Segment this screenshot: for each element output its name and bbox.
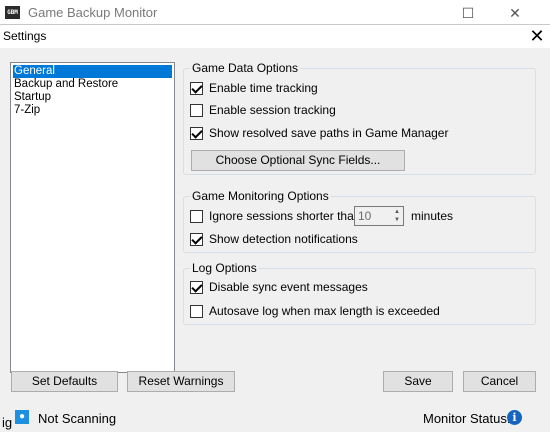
checkbox-label: Show resolved save paths in Game Manager — [209, 126, 449, 140]
checkbox-box[interactable] — [190, 304, 203, 318]
scan-status-text: Not Scanning — [38, 411, 117, 426]
checkbox-label: Ignore sessions shorter than — [209, 209, 361, 223]
cancel-button[interactable]: Cancel — [463, 371, 536, 392]
minutes-label: minutes — [411, 209, 454, 223]
main-window-title: Game Backup Monitor — [28, 5, 158, 20]
autosave-log-checkbox[interactable]: Autosave log when max length is exceeded — [190, 303, 440, 319]
stepper-up-icon[interactable]: ▲ — [392, 208, 402, 216]
group-title: Game Data Options — [190, 61, 301, 76]
checkbox-label: Enable time tracking — [209, 81, 318, 95]
dialog-titlebar: Settings ✕ — [0, 25, 550, 48]
main-window-titlebar: GBM Game Backup Monitor ☐ ✕ — [0, 0, 550, 25]
enable-session-tracking-checkbox[interactable]: Enable session tracking — [190, 102, 336, 118]
enable-time-tracking-checkbox[interactable]: Enable time tracking — [190, 80, 318, 96]
checkbox-box[interactable] — [190, 126, 203, 140]
show-detection-checkbox[interactable]: Show detection notifications — [190, 231, 358, 247]
group-title: Game Monitoring Options — [190, 189, 331, 204]
nav-item-startup[interactable]: Startup — [13, 91, 172, 104]
nav-item-backup-and-restore[interactable]: Backup and Restore — [13, 78, 172, 91]
app-logo-icon: GBM — [5, 6, 20, 19]
nav-item-7zip[interactable]: 7-Zip — [13, 104, 172, 117]
stepper-down-icon[interactable]: ▼ — [392, 216, 402, 224]
save-button[interactable]: Save — [383, 371, 453, 392]
group-title: Log Options — [190, 261, 259, 276]
checkbox-label: Autosave log when max length is exceeded — [209, 304, 440, 318]
set-defaults-button[interactable]: Set Defaults — [11, 371, 118, 392]
minutes-value[interactable]: 10 — [358, 209, 371, 223]
disable-sync-messages-checkbox[interactable]: Disable sync event messages — [190, 279, 368, 295]
nav-item-general[interactable]: General — [13, 65, 172, 78]
dialog-close-icon[interactable]: ✕ — [526, 26, 548, 46]
checkbox-box[interactable] — [190, 232, 203, 246]
reset-warnings-button[interactable]: Reset Warnings — [127, 371, 235, 392]
checkbox-label: Enable session tracking — [209, 103, 336, 117]
checkbox-box[interactable] — [190, 103, 203, 117]
status-bar: ig ● Not Scanning Monitor Status: i — [0, 402, 550, 432]
status-fragment-text: ig — [2, 415, 13, 430]
settings-nav-list[interactable]: General Backup and Restore Startup 7-Zip — [10, 62, 175, 373]
checkbox-label: Disable sync event messages — [209, 280, 368, 294]
ignore-sessions-checkbox[interactable]: Ignore sessions shorter than — [190, 208, 360, 224]
minutes-stepper[interactable]: 10 ▲ ▼ — [354, 206, 404, 226]
maximize-icon[interactable]: ☐ — [455, 3, 481, 23]
checkbox-box[interactable] — [190, 280, 203, 294]
dialog-title: Settings — [3, 29, 47, 43]
choose-sync-fields-button[interactable]: Choose Optional Sync Fields... — [191, 150, 405, 171]
info-icon[interactable]: i — [507, 410, 522, 425]
checkbox-box[interactable] — [190, 81, 203, 95]
close-main-window-icon[interactable]: ✕ — [502, 3, 528, 23]
user-status-icon: ● — [15, 410, 29, 424]
settings-dialog: Settings ✕ General Backup and Restore St… — [0, 24, 550, 402]
checkbox-label: Show detection notifications — [209, 232, 358, 246]
checkbox-box[interactable] — [190, 209, 203, 223]
monitor-status-label: Monitor Status: — [423, 411, 511, 426]
show-resolved-paths-checkbox[interactable]: Show resolved save paths in Game Manager — [190, 125, 448, 141]
